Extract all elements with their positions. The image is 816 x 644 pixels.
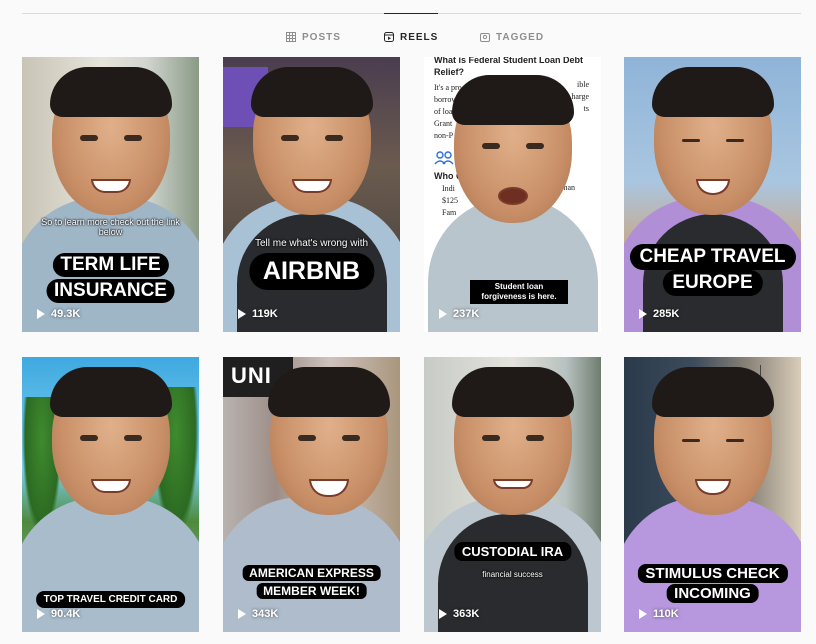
face: [651, 367, 774, 515]
article-bullet: Indi: [442, 184, 455, 193]
reel-tile[interactable]: STIMULUS CHECK INCOMING 110K: [624, 357, 801, 632]
reel-caption-line: CUSTODIAL IRA: [453, 542, 572, 561]
reel-subtitle: financial success: [482, 570, 543, 579]
reels-icon: [384, 32, 394, 42]
article-bullet: $125: [442, 196, 458, 205]
view-count-label: 237K: [453, 308, 480, 320]
article-line: ts: [583, 104, 589, 113]
play-icon: [639, 309, 647, 319]
reel-caption-line: TERM LIFE: [52, 253, 169, 277]
tab-posts[interactable]: POSTS: [286, 26, 341, 48]
reel-caption-line: TOP TRAVEL CREDIT CARD: [35, 591, 186, 608]
view-count-label: 119K: [252, 308, 278, 320]
reel-caption: Student loan forgiveness is here.: [470, 280, 568, 304]
view-count: 110K: [638, 608, 679, 620]
tab-reels[interactable]: REELS: [384, 13, 439, 48]
view-count-label: 343K: [252, 608, 279, 620]
view-count: 119K: [237, 308, 278, 320]
grid-icon: [286, 32, 296, 42]
reel-tile[interactable]: CHEAP TRAVEL EUROPE 285K: [624, 57, 801, 332]
view-count-label: 49.3K: [51, 308, 81, 320]
face: [651, 67, 774, 215]
view-count: 90.4K: [36, 608, 80, 620]
face: [268, 367, 391, 515]
reel-caption-line: MEMBER WEEK!: [256, 583, 367, 599]
people-icon: [434, 151, 454, 165]
tab-reels-label: REELS: [400, 31, 439, 43]
face: [49, 67, 172, 215]
reel-tile[interactable]: UNI AMERICAN EXPRESS MEMBER WEEK! 343K: [223, 357, 400, 632]
reel-tile[interactable]: TOP TRAVEL CREDIT CARD 90.4K: [22, 357, 199, 632]
reel-tile[interactable]: So to learn more check out the link belo…: [22, 57, 199, 332]
play-icon: [37, 309, 45, 319]
reel-subtitle: So to learn more check out the link belo…: [41, 217, 180, 237]
reel-caption-line: CHEAP TRAVEL: [629, 244, 796, 270]
face: [49, 367, 172, 515]
play-icon: [439, 309, 447, 319]
view-count: 49.3K: [36, 308, 80, 320]
play-icon: [37, 609, 45, 619]
view-count: 363K: [438, 608, 479, 620]
face: [250, 67, 373, 215]
reel-caption-line: INSURANCE: [46, 279, 175, 303]
reel-tile[interactable]: CUSTODIAL IRA financial success 363K: [424, 357, 601, 632]
view-count-label: 90.4K: [51, 608, 81, 620]
reel-caption-line: STIMULUS CHECK: [637, 564, 788, 583]
reel-caption-line: AIRBNB: [248, 253, 375, 290]
view-count-label: 285K: [653, 308, 680, 320]
tab-tagged[interactable]: TAGGED: [480, 26, 544, 48]
view-count-label: 110K: [653, 608, 679, 620]
play-icon: [439, 609, 447, 619]
reel-caption-line: INCOMING: [666, 584, 759, 603]
face: [451, 75, 574, 223]
view-count-label: 363K: [453, 608, 480, 620]
tab-tagged-label: TAGGED: [496, 31, 545, 43]
reel-tile[interactable]: Tell me what's wrong with AIRBNB 119K: [223, 57, 400, 332]
reel-tile[interactable]: What is Federal Student Loan Debt Relief…: [424, 57, 601, 332]
reel-subtitle: Tell me what's wrong with: [254, 238, 369, 249]
view-count: 237K: [438, 308, 479, 320]
article-line: ible: [577, 80, 589, 89]
tagged-icon: [480, 33, 490, 42]
view-count: 343K: [237, 608, 278, 620]
article-line: harge: [571, 92, 589, 101]
play-icon: [639, 609, 647, 619]
view-count: 285K: [638, 308, 679, 320]
play-icon: [238, 609, 246, 619]
reel-caption-line: AMERICAN EXPRESS: [242, 565, 381, 581]
reel-caption-line: EUROPE: [662, 270, 763, 296]
face: [451, 367, 574, 515]
tab-posts-label: POSTS: [302, 31, 341, 43]
play-icon: [238, 309, 246, 319]
